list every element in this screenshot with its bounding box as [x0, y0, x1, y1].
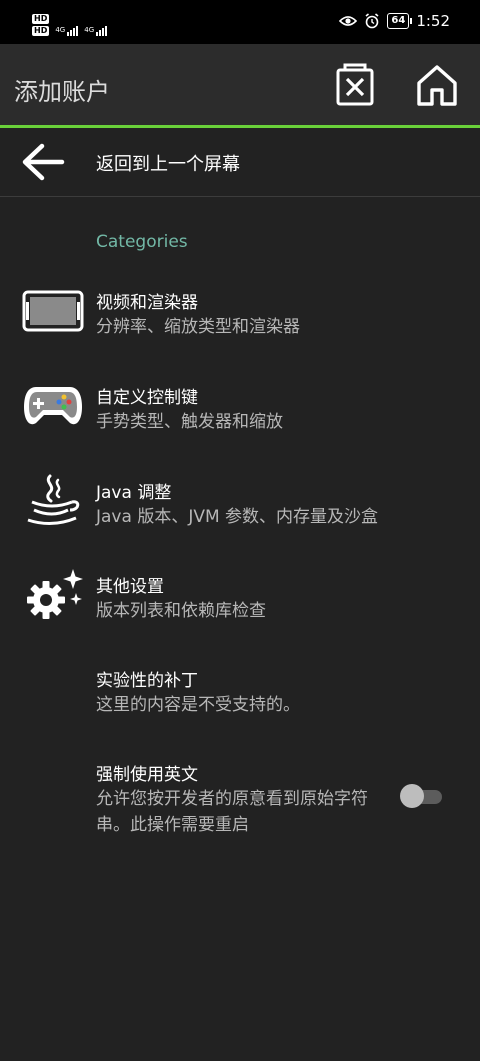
pref-summary: 这里的内容是不受支持的。	[96, 695, 300, 715]
pref-experimental-patches[interactable]: 实验性的补丁 这里的内容是不受支持的。	[0, 666, 480, 726]
pref-summary: 分辨率、缩放类型和渲染器	[96, 317, 300, 337]
hd-badge-sim2: HD	[32, 26, 50, 36]
home-icon	[417, 65, 457, 106]
category-header: Categories	[96, 232, 188, 252]
page-title: 添加账户	[14, 78, 110, 106]
pref-title: 其他设置	[96, 577, 164, 597]
pref-custom-controls[interactable]: 自定义控制键 手势类型、触发器和缩放	[0, 383, 480, 443]
pref-title: 视频和渲染器	[96, 293, 198, 313]
home-button[interactable]	[414, 62, 460, 108]
hd-badge-sim1: HD	[32, 14, 50, 24]
signal-indicators: HD HD 4G 4G	[32, 14, 108, 36]
pref-title: 强制使用英文	[96, 765, 198, 785]
pref-summary: 允许您按开发者的原意看到原始字符串。此操作需要重启	[96, 789, 368, 835]
eye-icon	[339, 16, 358, 26]
signal-icon-sim2: 4G	[84, 26, 108, 36]
signal-icon-sim1: 4G	[55, 26, 79, 36]
video-renderer-icon	[22, 290, 84, 332]
pref-title: Java 调整	[96, 483, 172, 503]
gamepad-icon	[24, 387, 82, 425]
pref-video-renderer[interactable]: 视频和渲染器 分辨率、缩放类型和渲染器	[0, 288, 480, 348]
back-arrow-icon	[22, 143, 65, 181]
java-icon	[27, 474, 80, 525]
back-button[interactable]: 返回到上一个屏幕	[0, 128, 480, 196]
pref-title: 实验性的补丁	[96, 671, 198, 691]
force-english-switch[interactable]	[400, 784, 444, 808]
alarm-icon	[365, 13, 379, 29]
pref-title: 自定义控制键	[96, 388, 198, 408]
pref-summary: 版本列表和依赖库检查	[96, 601, 266, 621]
divider	[0, 196, 480, 197]
battery-icon: 64	[387, 13, 413, 29]
app-bar: 添加账户	[0, 44, 480, 125]
status-bar: HD HD 4G 4G 64 1:52	[0, 0, 480, 44]
pref-java-tweaks[interactable]: Java 调整 Java 版本、JVM 参数、内存量及沙盒	[0, 474, 480, 538]
pref-summary: Java 版本、JVM 参数、内存量及沙盒	[96, 507, 379, 527]
delete-icon	[336, 63, 374, 106]
delete-button[interactable]	[332, 62, 378, 108]
switch-thumb	[400, 784, 424, 808]
pref-summary: 手势类型、触发器和缩放	[96, 412, 283, 432]
back-label: 返回到上一个屏幕	[96, 154, 240, 175]
pref-other-settings[interactable]: 其他设置 版本列表和依赖库检查	[0, 569, 480, 632]
clock: 1:52	[416, 12, 450, 30]
settings-sparkle-icon	[27, 569, 83, 619]
